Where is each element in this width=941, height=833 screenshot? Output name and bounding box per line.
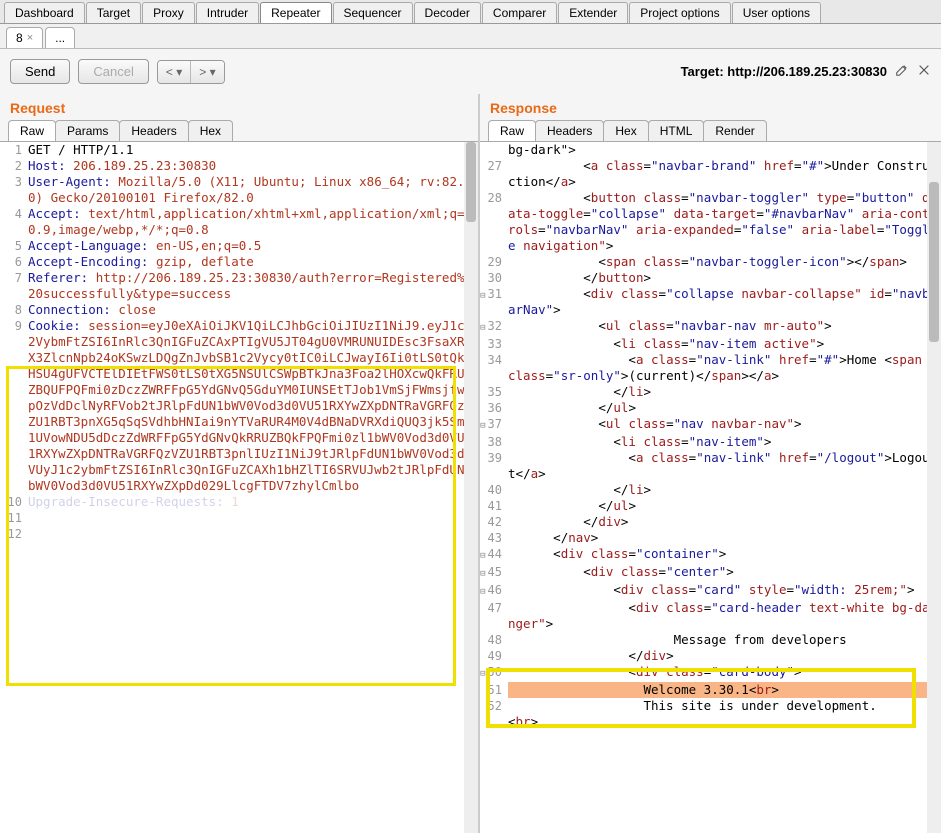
send-button[interactable]: Send xyxy=(10,59,70,84)
top-tab-user-options[interactable]: User options xyxy=(732,2,821,23)
history-prev-button[interactable]: < ▾ xyxy=(158,61,190,83)
top-tab-decoder[interactable]: Decoder xyxy=(414,2,481,23)
top-tab-dashboard[interactable]: Dashboard xyxy=(4,2,85,23)
toolbar: Send Cancel < ▾ > ▾ Target: http://206.1… xyxy=(0,49,941,94)
top-tab-proxy[interactable]: Proxy xyxy=(142,2,195,23)
req-tabs-raw[interactable]: Raw xyxy=(8,120,56,141)
repeater-sub-tabs: 8×... xyxy=(0,24,941,49)
response-tabs: RawHeadersHexHTMLRender xyxy=(480,120,941,142)
repeater-tab-8[interactable]: 8× xyxy=(6,27,43,48)
top-tab-comparer[interactable]: Comparer xyxy=(482,2,557,23)
top-tab-project-options[interactable]: Project options xyxy=(629,2,730,23)
request-scrollbar[interactable] xyxy=(464,142,478,833)
top-tab-bar: DashboardTargetProxyIntruderRepeaterSequ… xyxy=(0,0,941,24)
target-label: Target: http://206.189.25.23:30830 xyxy=(681,64,887,79)
edit-target-icon[interactable] xyxy=(895,63,909,80)
resp-tabs-hex[interactable]: Hex xyxy=(603,120,648,141)
split-panes: Request RawParamsHeadersHex 1GET / HTTP/… xyxy=(0,94,941,833)
top-tab-target[interactable]: Target xyxy=(86,2,141,23)
resp-tabs-headers[interactable]: Headers xyxy=(535,120,604,141)
req-tabs-params[interactable]: Params xyxy=(55,120,120,141)
history-nav: < ▾ > ▾ xyxy=(157,60,225,84)
cancel-button[interactable]: Cancel xyxy=(78,59,148,84)
top-tab-repeater[interactable]: Repeater xyxy=(260,2,331,23)
request-title: Request xyxy=(0,94,478,120)
close-tab-icon[interactable]: × xyxy=(27,32,33,44)
response-pane: Response RawHeadersHexHTMLRender bg-dark… xyxy=(480,94,941,833)
req-tabs-headers[interactable]: Headers xyxy=(119,120,188,141)
request-pane: Request RawParamsHeadersHex 1GET / HTTP/… xyxy=(0,94,480,833)
response-title: Response xyxy=(480,94,941,120)
history-next-button[interactable]: > ▾ xyxy=(190,61,223,83)
resp-tabs-html[interactable]: HTML xyxy=(648,120,705,141)
resp-tabs-raw[interactable]: Raw xyxy=(488,120,536,141)
response-editor[interactable]: bg-dark">27 <a class="navbar-brand" href… xyxy=(480,142,941,833)
top-tab-sequencer[interactable]: Sequencer xyxy=(333,2,413,23)
close-target-icon[interactable] xyxy=(917,63,931,80)
request-editor[interactable]: 1GET / HTTP/1.12Host: 206.189.25.23:3083… xyxy=(0,142,478,833)
resp-tabs-render[interactable]: Render xyxy=(703,120,766,141)
req-tabs-hex[interactable]: Hex xyxy=(188,120,233,141)
top-tab-intruder[interactable]: Intruder xyxy=(196,2,259,23)
top-tab-extender[interactable]: Extender xyxy=(558,2,628,23)
repeater-tab-...[interactable]: ... xyxy=(45,27,75,48)
request-tabs: RawParamsHeadersHex xyxy=(0,120,478,142)
response-scrollbar[interactable] xyxy=(927,142,941,833)
